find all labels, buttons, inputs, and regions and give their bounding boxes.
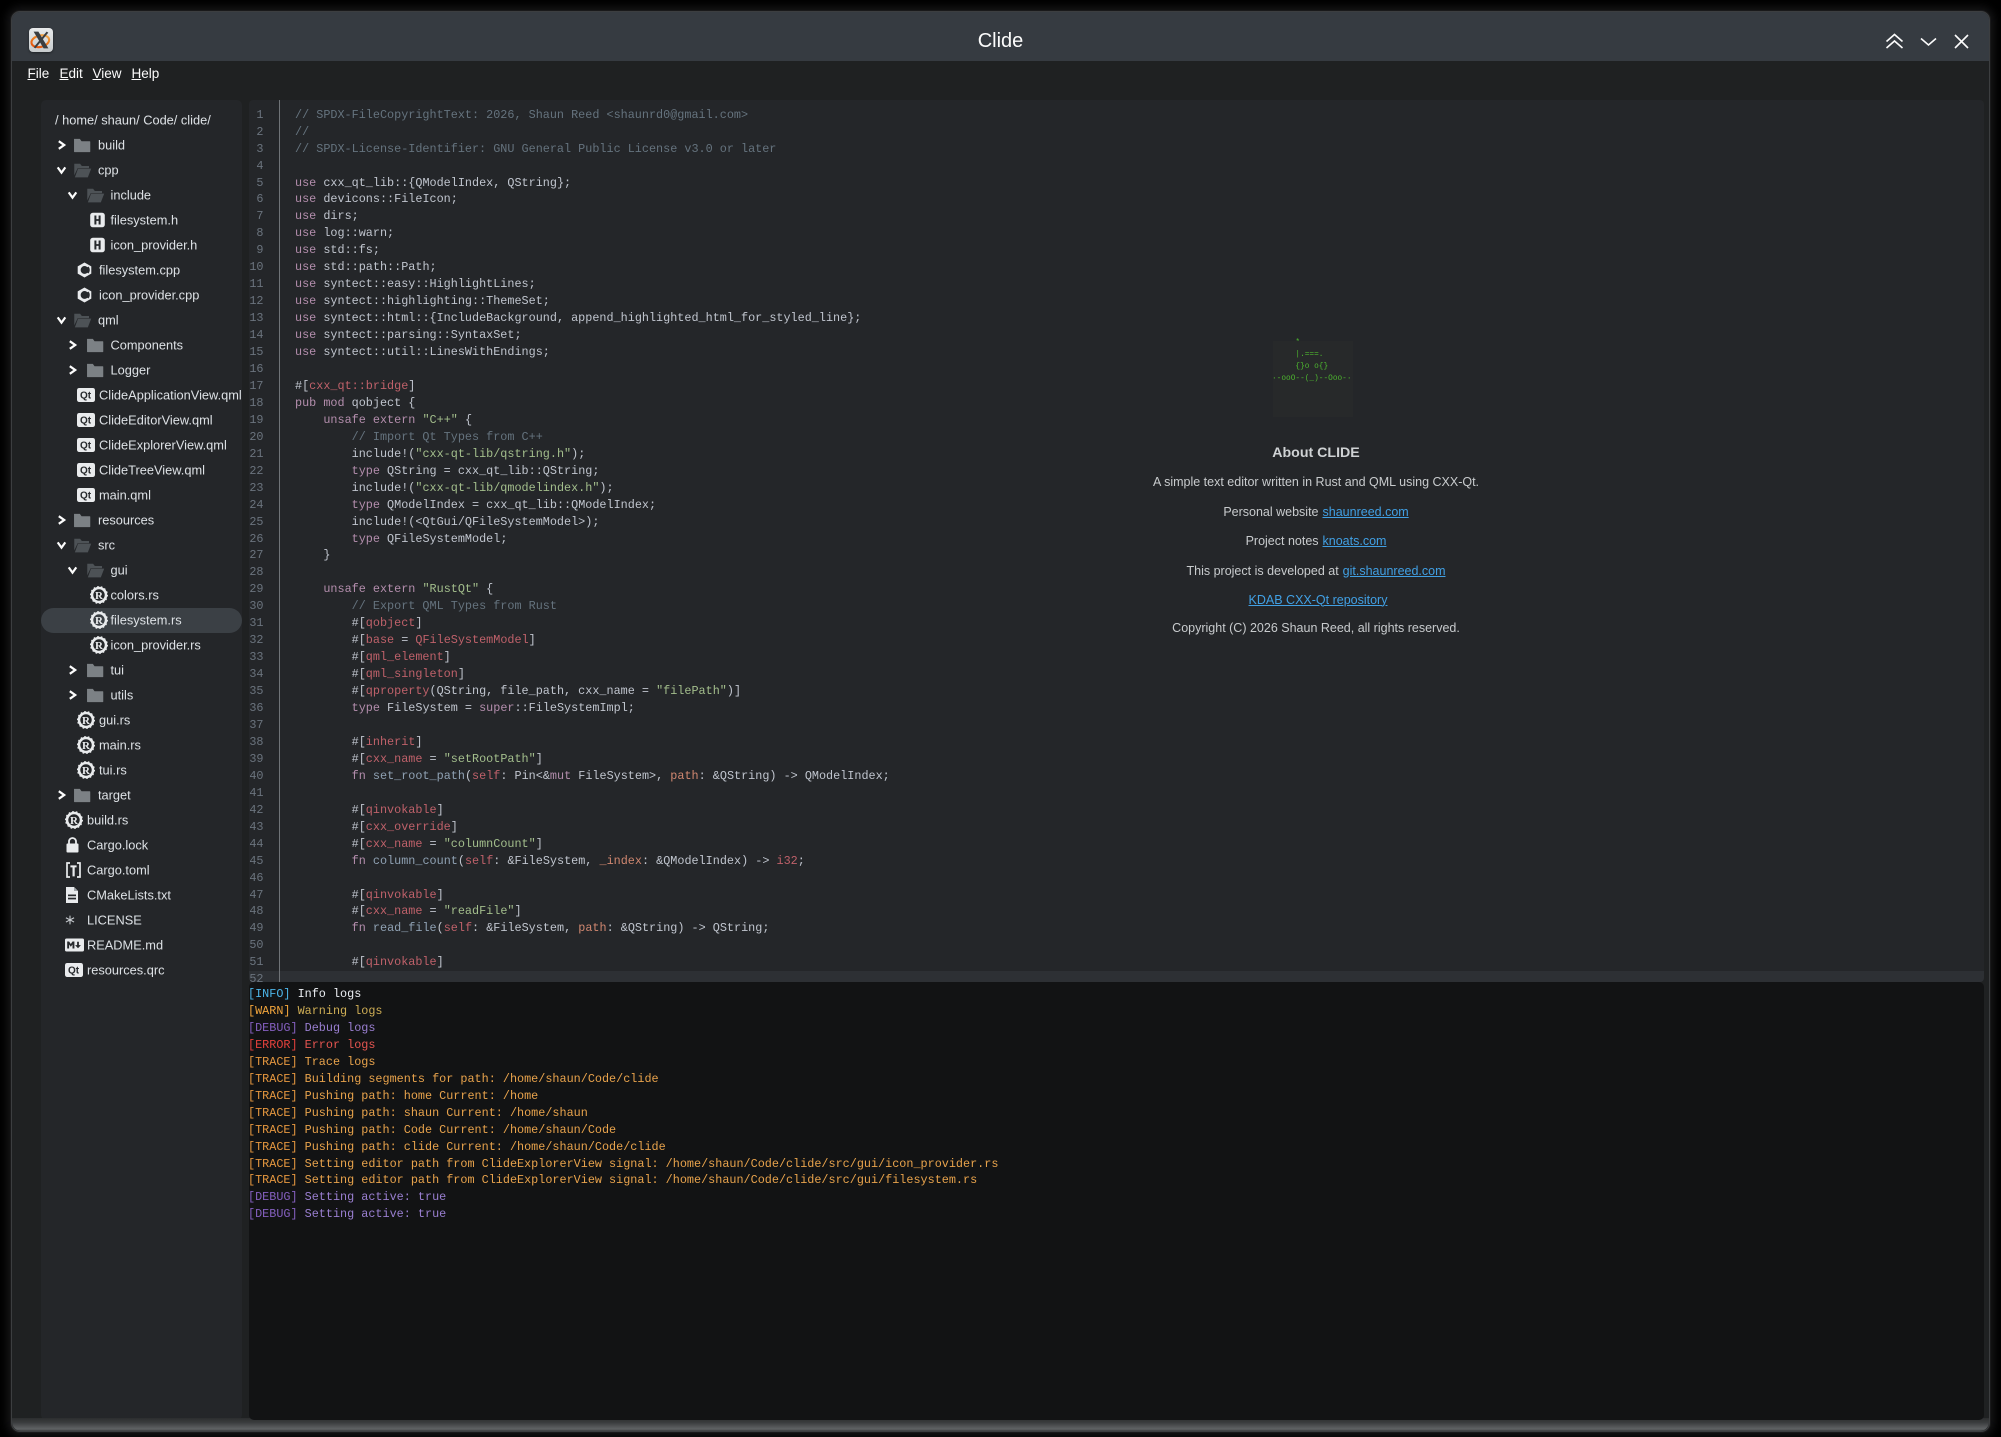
svg-text:R: R [95,590,104,602]
svg-text:Qt: Qt [80,391,92,402]
svg-text:R: R [95,640,104,652]
svg-text:R: R [70,815,79,827]
svg-text:Qt: Qt [80,441,92,452]
svg-text:R: R [95,615,104,627]
svg-text:Qt: Qt [80,416,92,427]
svg-text:Qt: Qt [80,466,92,477]
svg-text:Qt: Qt [68,966,80,977]
svg-text:R: R [82,765,91,777]
svg-text:Qt: Qt [80,491,92,502]
svg-text:R: R [82,740,91,752]
svg-text:R: R [82,715,91,727]
